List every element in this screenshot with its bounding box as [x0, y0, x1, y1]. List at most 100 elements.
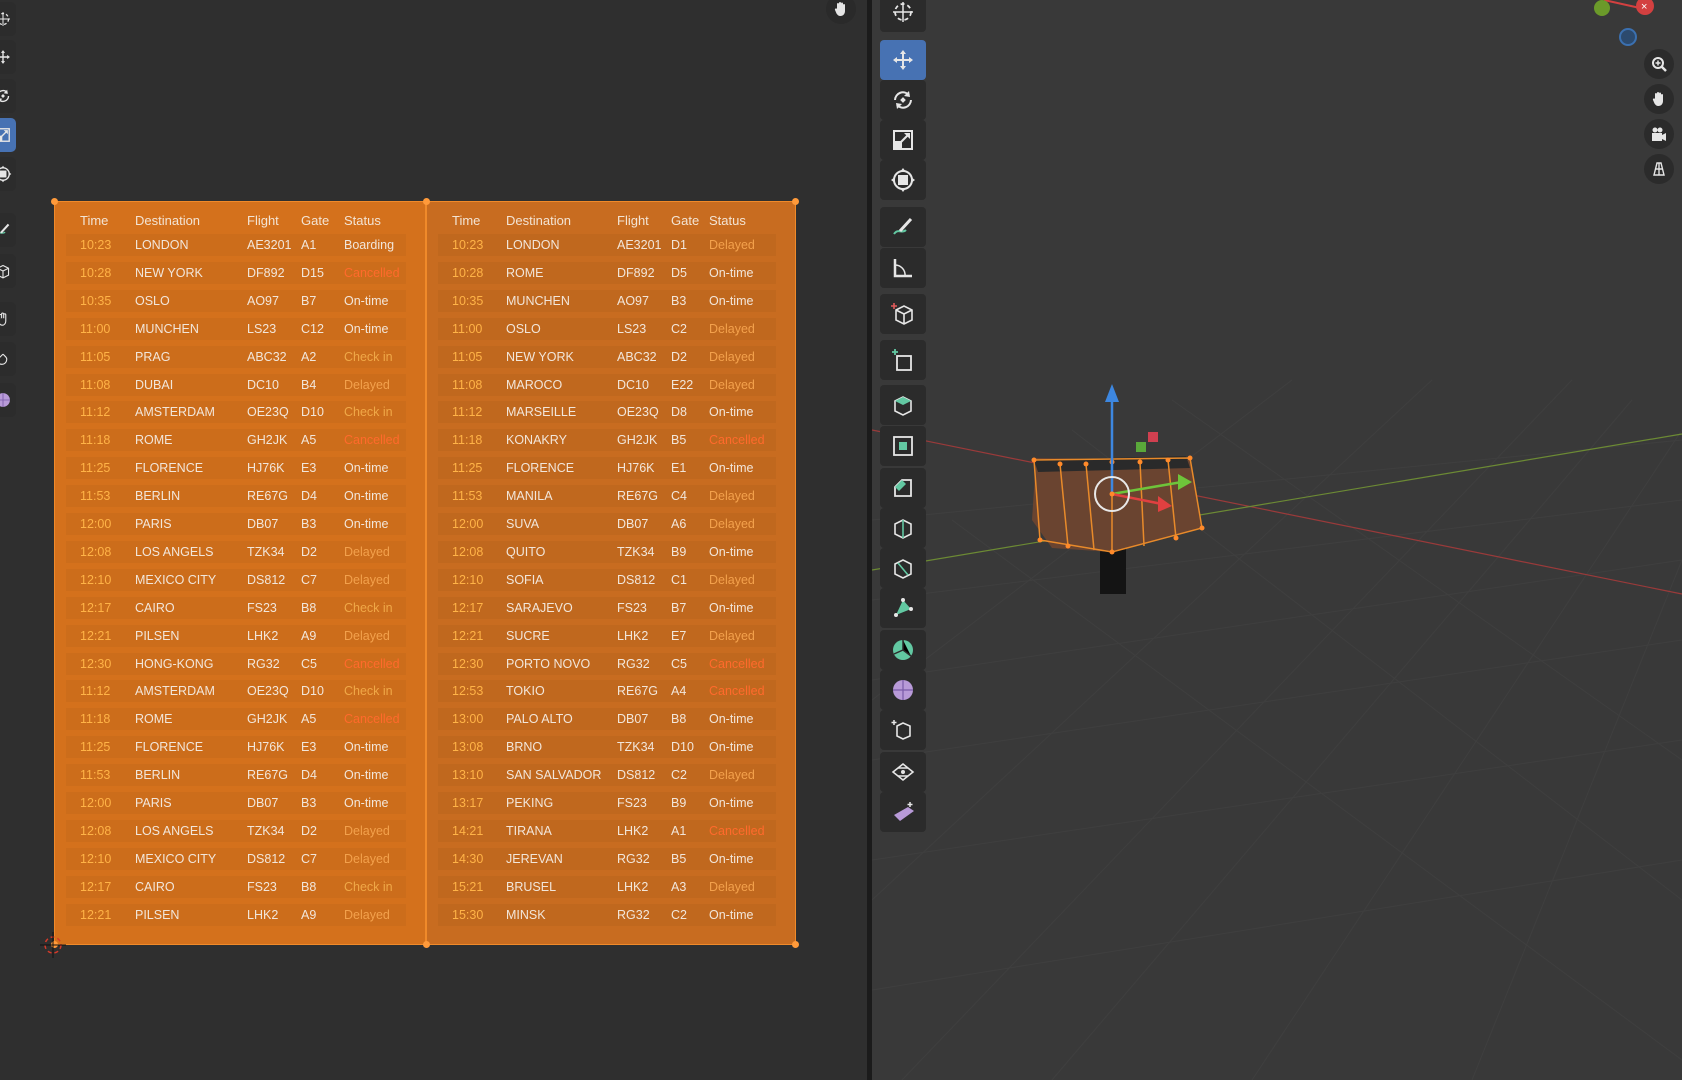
scale-icon[interactable] [880, 120, 926, 160]
rotate-icon[interactable] [0, 79, 16, 113]
cursor-icon[interactable] [0, 2, 16, 36]
row-gate: B3 [671, 293, 687, 308]
image-editor-area[interactable]: Time Destination Flight Gate Status 10:23 LOND… [0, 0, 867, 1080]
row-time: 11:12 [80, 684, 111, 699]
rotate-icon[interactable] [880, 80, 926, 120]
row-status: On-time [709, 851, 754, 866]
move-icon[interactable] [880, 40, 926, 80]
shrink-fatten-icon[interactable] [880, 710, 926, 750]
scale-icon[interactable] [0, 118, 16, 152]
row-destination: HONG-KONG [135, 656, 214, 671]
3d-cursor-icon[interactable] [40, 932, 66, 958]
transform-icon[interactable] [880, 160, 926, 200]
row-status: Delayed [344, 823, 390, 838]
row-destination: MINSK [506, 907, 546, 922]
rip-icon[interactable] [880, 792, 926, 832]
row-time: 11:53 [452, 489, 483, 504]
bevel-icon[interactable] [880, 468, 926, 508]
add-cube-icon[interactable] [880, 294, 926, 334]
spin-icon[interactable] [880, 630, 926, 670]
cursor-icon[interactable] [880, 0, 926, 32]
smooth-icon[interactable] [0, 383, 16, 417]
row-gate: D10 [301, 684, 324, 699]
row-gate: D4 [301, 768, 317, 783]
row-gate: B7 [671, 600, 687, 615]
row-flight: GH2JK [247, 433, 288, 448]
row-destination: PARIS [135, 796, 172, 810]
row-status: Check in [344, 600, 393, 615]
row-flight: TZK34 [247, 823, 285, 838]
row-destination: LONDON [135, 238, 189, 252]
vertex-handle[interactable] [423, 198, 430, 205]
row-flight: DB07 [617, 712, 649, 727]
inset-icon[interactable] [880, 426, 926, 466]
flight-board-mesh[interactable]: Time Destination Flight Gate Status 10:23 LOND… [51, 198, 799, 948]
row-status: On-time [709, 265, 754, 280]
row-status: Check in [344, 349, 393, 364]
row-status: Delayed [344, 851, 390, 866]
row-gate: D2 [301, 544, 317, 559]
row-time: 12:10 [452, 572, 484, 587]
row-time: 11:12 [80, 405, 111, 420]
extrude-icon[interactable] [880, 385, 926, 425]
row-destination: CAIRO [135, 879, 175, 894]
row-gate: B3 [301, 517, 317, 531]
add-primitive-icon[interactable] [880, 340, 926, 380]
vertex-handle[interactable] [51, 198, 58, 205]
row-status: On-time [709, 907, 754, 922]
row-gate: B5 [671, 433, 687, 448]
row-destination: KONAKRY [506, 433, 567, 448]
row-time: 11:18 [80, 433, 111, 448]
row-status: On-time [709, 461, 754, 476]
row-time: 11:08 [452, 377, 483, 392]
row-time: 13:10 [452, 768, 484, 783]
row-destination: MARSEILLE [506, 405, 577, 420]
row-status: Delayed [709, 377, 755, 392]
row-gate: E3 [301, 461, 317, 476]
row-gate: B8 [671, 712, 687, 727]
row-time: 11:08 [80, 377, 111, 392]
cube-icon[interactable] [0, 254, 16, 288]
row-time: 12:10 [80, 572, 112, 587]
row-status: Check in [344, 684, 393, 699]
knife-icon[interactable] [880, 548, 926, 588]
zoom-icon[interactable] [1644, 49, 1674, 79]
row-time: 12:17 [452, 600, 484, 615]
grab-icon[interactable] [0, 302, 16, 336]
3d-viewport[interactable]: × [872, 0, 1682, 1080]
row-status: On-time [344, 321, 389, 336]
camera-icon[interactable] [1644, 119, 1674, 149]
measure-icon[interactable] [880, 248, 926, 288]
hand-icon[interactable] [826, 0, 856, 24]
header-destination: Destination [506, 213, 572, 228]
annotate-icon[interactable] [880, 207, 926, 247]
row-destination: MEXICO CITY [135, 572, 217, 587]
poly-build-icon[interactable] [880, 588, 926, 628]
loop-cut-icon[interactable] [880, 508, 926, 548]
row-destination: OSLO [135, 293, 170, 308]
row-destination: BERLIN [135, 768, 181, 783]
annotate-icon[interactable] [0, 213, 16, 247]
row-destination: PILSEN [135, 907, 180, 922]
transform-icon[interactable] [0, 157, 16, 191]
row-time: 12:08 [452, 544, 484, 559]
row-time: 12:00 [452, 517, 484, 531]
grid-view-icon[interactable] [1644, 154, 1674, 184]
row-flight: GH2JK [617, 433, 658, 448]
pinch-icon[interactable] [0, 342, 16, 376]
row-status: Cancelled [344, 433, 400, 448]
vertex-handle[interactable] [792, 198, 799, 205]
row-status: On-time [709, 740, 754, 755]
vertex-handle[interactable] [792, 941, 799, 948]
move-icon[interactable] [0, 40, 16, 74]
row-destination: ROME [135, 433, 173, 448]
shear-icon[interactable] [880, 752, 926, 792]
row-status: Delayed [344, 628, 390, 643]
smooth-icon[interactable] [880, 670, 926, 710]
row-status: Delayed [344, 572, 390, 587]
row-flight: DS812 [617, 572, 656, 587]
row-flight: LS23 [247, 321, 277, 336]
vertex-handle[interactable] [423, 941, 430, 948]
row-destination: MUNCHEN [135, 321, 199, 336]
hand-icon[interactable] [1644, 84, 1674, 114]
